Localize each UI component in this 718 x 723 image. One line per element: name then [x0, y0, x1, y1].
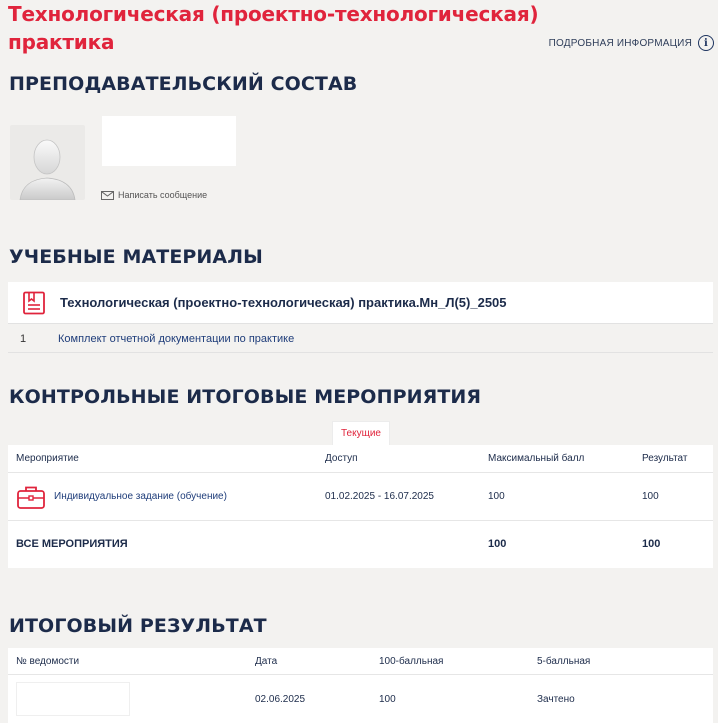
event-result: 100 — [642, 491, 659, 502]
teacher-avatar — [10, 125, 85, 200]
table-total-row: ВСЕ МЕРОПРИЯТИЯ 100 100 — [8, 521, 713, 567]
result-score-5: Зачтено — [537, 693, 575, 705]
event-link[interactable]: Индивидуальное задание (обучение) — [54, 491, 227, 502]
events-table: Мероприятие Доступ Максимальный балл Рез… — [8, 445, 713, 568]
result-score-100: 100 — [379, 693, 396, 705]
total-result: 100 — [642, 538, 661, 550]
column-header-access: Доступ — [325, 453, 358, 464]
teachers-heading: ПРЕПОДАВАТЕЛЬСКИЙ СОСТАВ — [9, 73, 358, 95]
column-header-score-100: 100-балльная — [379, 655, 444, 667]
materials-heading: УЧЕБНЫЕ МАТЕРИАЛЫ — [9, 246, 263, 268]
material-card-title: Технологическая (проектно-технологическа… — [60, 295, 507, 310]
total-label: ВСЕ МЕРОПРИЯТИЯ — [16, 538, 128, 550]
total-max-score: 100 — [488, 538, 507, 550]
column-header-score-5: 5-балльная — [537, 655, 591, 667]
result-date: 02.06.2025 — [255, 693, 306, 705]
column-header-result: Результат — [642, 453, 688, 464]
column-header-statement-number: № ведомости — [16, 655, 80, 667]
event-max-score: 100 — [488, 491, 505, 502]
more-info-label: ПОДРОБНАЯ ИНФОРМАЦИЯ — [548, 37, 692, 49]
course-title: Технологическая (проектно-технологическа… — [8, 2, 539, 54]
material-card[interactable]: Технологическая (проектно-технологическа… — [8, 282, 713, 324]
write-message-label: Написать сообщение — [118, 190, 208, 200]
event-access: 01.02.2025 - 16.07.2025 — [325, 491, 434, 502]
envelope-icon — [101, 190, 114, 200]
info-icon[interactable]: i — [698, 35, 714, 51]
table-header-row: № ведомости Дата 100-балльная 5-балльная — [8, 648, 713, 675]
list-item: 1 Комплект отчетной документации по прак… — [8, 325, 713, 353]
more-info-link[interactable]: ПОДРОБНАЯ ИНФОРМАЦИЯ i — [549, 35, 714, 51]
write-message-link[interactable]: Написать сообщение — [101, 190, 207, 200]
table-row: Индивидуальное задание (обучение) 01.02.… — [8, 473, 713, 521]
material-item-number: 1 — [20, 332, 27, 345]
column-header-max-score: Максимальный балл — [488, 453, 585, 464]
tab-current[interactable]: Текущие — [332, 421, 390, 445]
results-table: № ведомости Дата 100-балльная 5-балльная… — [8, 648, 713, 723]
briefcase-icon — [17, 486, 45, 509]
statement-number-redacted — [16, 682, 130, 716]
teacher-name-redacted — [102, 116, 236, 166]
control-events-heading: КОНТРОЛЬНЫЕ ИТОГОВЫЕ МЕРОПРИЯТИЯ — [9, 386, 482, 408]
book-icon — [23, 291, 45, 314]
table-header-row: Мероприятие Доступ Максимальный балл Рез… — [8, 445, 713, 473]
table-row: 02.06.2025 100 Зачтено — [8, 675, 713, 723]
column-header-event: Мероприятие — [16, 453, 79, 464]
user-silhouette-icon — [19, 139, 76, 200]
final-result-heading: ИТОГОВЫЙ РЕЗУЛЬТАТ — [9, 615, 267, 637]
column-header-date: Дата — [255, 655, 278, 667]
material-item-link[interactable]: Комплект отчетной документации по практи… — [58, 333, 294, 345]
